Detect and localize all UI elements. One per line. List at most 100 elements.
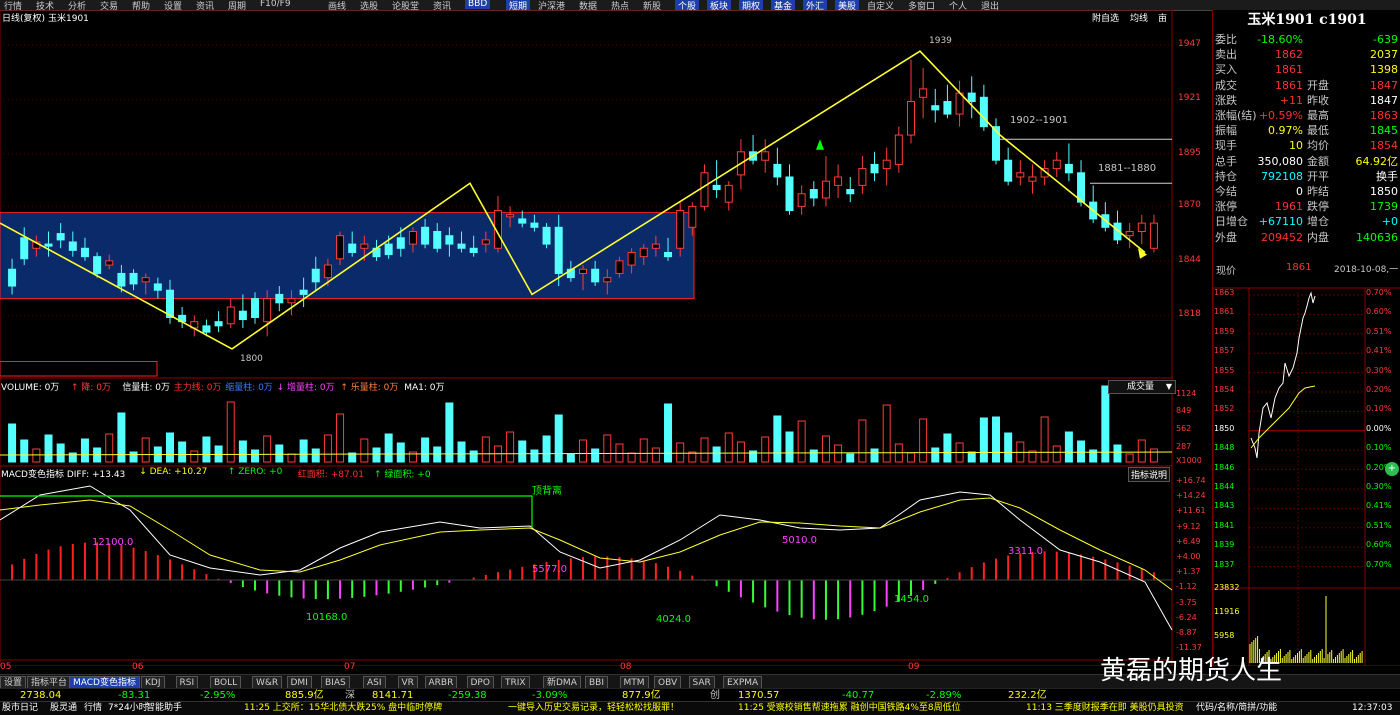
volume-bar — [165, 432, 174, 463]
volume-bar — [919, 418, 928, 463]
macd-tick-label: -1.12 — [1176, 582, 1197, 592]
candle-body — [615, 260, 624, 274]
status-bar-item[interactable]: 12:37:03 — [1352, 702, 1392, 715]
volume-bar — [858, 419, 867, 463]
candle-body — [153, 283, 162, 291]
volume-bar — [834, 444, 843, 463]
toolbar-item[interactable]: F10/F9 — [260, 0, 291, 9]
quote-label: 卖出 — [1215, 48, 1237, 62]
macd-tick-label: +11.61 — [1176, 506, 1206, 516]
volume-tick-label: 849 — [1176, 406, 1192, 415]
candle-body — [457, 243, 466, 249]
volume-bar — [651, 447, 660, 463]
volume-bar — [979, 417, 988, 463]
volume-bar — [20, 439, 29, 463]
quote-label-2: 开平 — [1307, 169, 1329, 183]
chart-option-button[interactable]: 附自选 — [1092, 11, 1119, 24]
quote-label-2: 昨结 — [1307, 185, 1329, 198]
symbol-label: 玉米1901 — [48, 14, 89, 24]
quote-label: 持仓 — [1215, 169, 1237, 183]
volume-bar — [360, 438, 369, 463]
news-headline[interactable]: 一键导入历史交易记录，轻轻松松找服罪！ — [508, 702, 679, 715]
quote-value: 1861 — [1275, 78, 1303, 92]
legend-item: ↑ 乐量柱: 0万 — [340, 383, 399, 393]
candle-body — [773, 163, 782, 178]
candle-body — [93, 256, 102, 274]
status-bar-item[interactable]: 代码/名称/简拼/功能 — [1196, 702, 1277, 715]
quote-label-2: 增仓 — [1307, 215, 1329, 229]
volume-bar — [1004, 432, 1013, 463]
quote-panel: 玉米1901 c1901 委比 -18.60% -639 卖出 1862 2037 买入 18… — [1212, 10, 1400, 260]
quote-value: +11 — [1279, 93, 1303, 107]
chart-option-button[interactable]: 亩 — [1158, 11, 1167, 24]
volume-bar — [809, 449, 818, 463]
quote-label: 涨跌 — [1215, 93, 1237, 107]
quote-row: 涨幅(结) +0.59% 最高 1863 — [1213, 108, 1400, 123]
candle-body — [579, 268, 587, 274]
legend-item: MACD变色指标 DIFF: +13.43 — [1, 470, 126, 480]
volume-bar — [1040, 416, 1049, 463]
candle-body — [967, 92, 976, 102]
tick-avg-line — [1250, 385, 1316, 449]
candle-body — [44, 243, 53, 247]
candle-body — [1149, 222, 1158, 249]
volume-bar — [906, 452, 915, 463]
quote-value-2: 1847 — [1370, 78, 1398, 92]
volume-bar — [1077, 440, 1086, 463]
volume-bar — [481, 436, 490, 463]
candle-body — [603, 277, 612, 283]
candle-body — [919, 88, 928, 98]
candle-body — [882, 159, 891, 170]
status-bar-item[interactable]: 7*24小时 — [108, 702, 148, 715]
quote-row: 振幅 0.97% 最低 1845 — [1213, 123, 1400, 138]
quote-label: 今结 — [1215, 185, 1237, 198]
price-tick-label: 1895 — [1178, 147, 1201, 158]
tick-right-label: 0.60% — [1366, 540, 1392, 550]
tick-left-label: 1837 — [1214, 559, 1235, 569]
volume-bar — [566, 453, 575, 463]
volume-bar — [530, 449, 539, 463]
indicator-help-button[interactable]: 指标说明 — [1128, 467, 1171, 482]
volume-bar — [1052, 445, 1061, 463]
macd-tick-label: +16.74 — [1176, 476, 1206, 485]
expand-plus-icon[interactable]: + — [1385, 462, 1399, 476]
quote-label-2: 均价 — [1307, 139, 1329, 153]
volume-bar — [724, 432, 733, 463]
volume-bar — [639, 438, 648, 463]
status-bar-item[interactable]: 行情 — [84, 702, 102, 715]
news-headline[interactable]: 11:13 三季度财报季在即 美股仍具投资 — [1026, 702, 1184, 715]
status-bar-item[interactable]: 股市日记 — [2, 702, 38, 715]
candle-body — [724, 184, 733, 203]
chart-option-button[interactable]: 均线 — [1130, 11, 1148, 24]
candle-body — [785, 176, 794, 212]
volume-bar — [943, 433, 952, 463]
tick-left-label: 1841 — [1214, 520, 1235, 530]
volume-bar — [8, 423, 17, 463]
candle-body — [700, 172, 709, 207]
status-bar-item[interactable]: 智能助手 — [146, 702, 182, 715]
quote-value-2: 1398 — [1370, 63, 1398, 77]
date-tick-label: 07 — [344, 662, 356, 672]
legend-item: ↓ DEA: +10.27 — [139, 467, 208, 477]
volume-bar — [506, 431, 515, 463]
tick-frame — [1213, 287, 1400, 666]
status-bar-item[interactable]: 股灵通 — [50, 702, 77, 715]
quote-value: 350,080 — [1257, 154, 1304, 168]
candle-body — [323, 264, 332, 279]
tick-price-line — [1250, 291, 1316, 459]
quote-label-2: 昨收 — [1307, 93, 1329, 107]
tick-right-label: 0.70% — [1366, 288, 1392, 297]
news-headline[interactable]: 11:25 受察校销售帮速拖累 融创中国铁路4%至8周低位 — [738, 702, 961, 715]
quote-value-2: 64.92亿 — [1355, 154, 1399, 168]
quote-value: 1861 — [1275, 63, 1303, 77]
volume-selector[interactable]: 成交量 ▼ — [1108, 380, 1176, 394]
news-headline[interactable]: 11:25 上交所：15华北债大跌25% 盘中临时停牌 — [244, 702, 442, 715]
candle-body — [360, 243, 369, 249]
volume-bar — [457, 441, 466, 463]
volume-bar — [445, 402, 454, 463]
candle-body — [821, 180, 830, 199]
candle-body — [408, 231, 417, 245]
toolbar-item[interactable]: BBD — [465, 0, 491, 9]
volume-bar — [396, 442, 405, 463]
candle-body — [68, 241, 77, 251]
